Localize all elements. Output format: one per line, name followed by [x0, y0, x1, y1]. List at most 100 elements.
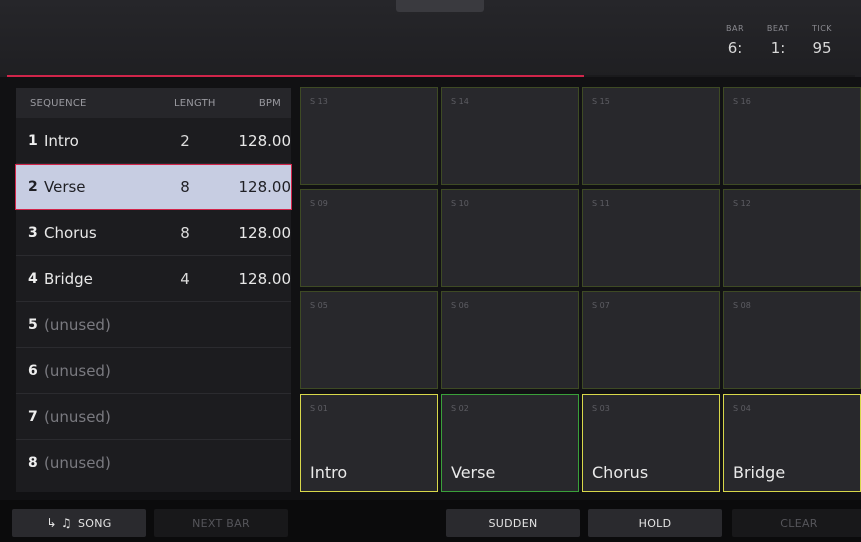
- hold-button[interactable]: HOLD: [588, 509, 722, 537]
- sequence-bpm: 128.00: [238, 178, 292, 196]
- column-length: LENGTH: [174, 97, 216, 109]
- sequence-bpm: 128.00: [238, 131, 292, 150]
- pad-id: S 03: [592, 404, 610, 413]
- clear-label: CLEAR: [780, 516, 818, 530]
- sequence-list: SEQUENCE LENGTH BPM 1 Intro 2 128.00 2 V…: [15, 88, 292, 492]
- sequence-number: 4: [28, 270, 38, 287]
- sequence-row-7[interactable]: 7 (unused): [16, 394, 291, 440]
- sequence-screen: BAR 6: BEAT 1: TICK 95 SEQUENCE LENGTH B…: [0, 0, 861, 542]
- pad-id: S 12: [733, 199, 751, 208]
- beat-value: 1:: [770, 39, 786, 57]
- top-tab-handle[interactable]: [396, 0, 484, 12]
- sequence-length: 4: [180, 269, 190, 288]
- sudden-label: SUDDEN: [488, 516, 538, 530]
- pad-id: S 15: [592, 97, 610, 106]
- pad-s15[interactable]: S 15: [582, 87, 720, 185]
- pad-id: S 05: [310, 301, 328, 310]
- pad-id: S 09: [310, 199, 328, 208]
- clear-button[interactable]: CLEAR: [732, 509, 861, 537]
- sequence-bpm: 128.00: [238, 269, 292, 288]
- pad-s12[interactable]: S 12: [723, 189, 861, 287]
- sequence-length: 2: [180, 131, 190, 150]
- playback-progress-fill: [7, 75, 584, 77]
- sequence-number: 1: [28, 132, 38, 149]
- pad-id: S 11: [592, 199, 610, 208]
- sequence-length: 8: [180, 178, 190, 196]
- tick-label: TICK: [811, 24, 833, 33]
- next-bar-label: NEXT BAR: [192, 516, 250, 530]
- sequence-number: 2: [28, 179, 38, 195]
- pad-s01[interactable]: S 01 Intro: [300, 394, 438, 492]
- next-bar-button[interactable]: NEXT BAR: [154, 509, 288, 537]
- pad-s09[interactable]: S 09: [300, 189, 438, 287]
- pad-id: S 10: [451, 199, 469, 208]
- pad-s08[interactable]: S 08: [723, 291, 861, 389]
- song-mode-icon: ↳ ♫: [46, 516, 72, 530]
- sequence-row-3[interactable]: 3 Chorus 8 128.00: [16, 210, 291, 256]
- sequence-number: 8: [28, 455, 38, 471]
- pad-s07[interactable]: S 07: [582, 291, 720, 389]
- pad-s16[interactable]: S 16: [723, 87, 861, 185]
- pad-id: S 08: [733, 301, 751, 310]
- pad-label: Verse: [451, 463, 496, 482]
- pad-label: Intro: [310, 463, 348, 482]
- sequence-row-8[interactable]: 8 (unused): [16, 440, 291, 486]
- pad-s14[interactable]: S 14: [441, 87, 579, 185]
- pad-id: S 02: [451, 404, 469, 413]
- sudden-button[interactable]: SUDDEN: [446, 509, 580, 537]
- pad-id: S 06: [451, 301, 469, 310]
- bar-value: 6:: [727, 39, 743, 57]
- pad-s10[interactable]: S 10: [441, 189, 579, 287]
- sequence-row-1[interactable]: 1 Intro 2 128.00: [16, 118, 291, 164]
- column-sequence: SEQUENCE: [30, 97, 87, 109]
- pad-s05[interactable]: S 05: [300, 291, 438, 389]
- sequence-list-header: SEQUENCE LENGTH BPM: [16, 88, 291, 118]
- sequence-name: (unused): [44, 454, 111, 472]
- beat-label: BEAT: [766, 24, 790, 33]
- sequence-row-4[interactable]: 4 Bridge 4 128.00: [16, 256, 291, 302]
- sequence-name: (unused): [44, 315, 111, 334]
- song-button[interactable]: ↳ ♫ SONG: [12, 509, 146, 537]
- sequence-number: 5: [28, 316, 38, 333]
- column-bpm: BPM: [258, 97, 281, 109]
- header: BAR 6: BEAT 1: TICK 95: [0, 0, 861, 77]
- sequence-row-6[interactable]: 6 (unused): [16, 348, 291, 394]
- pad-id: S 01: [310, 404, 328, 413]
- sequence-length: 8: [180, 223, 190, 242]
- bottom-toolbar: ↳ ♫ SONG NEXT BAR SUDDEN HOLD CLEAR: [0, 500, 861, 542]
- pad-s03[interactable]: S 03 Chorus: [582, 394, 720, 492]
- sequence-name: Verse: [44, 178, 86, 196]
- pad-label: Chorus: [592, 463, 649, 482]
- beat-counter: BEAT 1:: [760, 24, 796, 57]
- pad-id: S 14: [451, 97, 469, 106]
- tick-counter: TICK 95: [806, 24, 838, 57]
- pad-s13[interactable]: S 13: [300, 87, 438, 185]
- sequence-number: 6: [28, 362, 38, 379]
- pad-id: S 04: [733, 404, 751, 413]
- song-button-label: SONG: [77, 516, 112, 530]
- sequence-name: Intro: [44, 131, 79, 150]
- pad-label: Bridge: [733, 463, 786, 482]
- pad-s02[interactable]: S 02 Verse: [441, 394, 579, 492]
- pad-s04[interactable]: S 04 Bridge: [723, 394, 861, 492]
- sequence-number: 7: [28, 408, 38, 425]
- sequence-name: (unused): [44, 361, 111, 380]
- playback-progress-track: [7, 75, 855, 77]
- pad-id: S 13: [310, 97, 328, 106]
- pad-s06[interactable]: S 06: [441, 291, 579, 389]
- bar-label: BAR: [725, 24, 745, 33]
- sequence-number: 3: [28, 224, 38, 241]
- sequence-row-5[interactable]: 5 (unused): [16, 302, 291, 348]
- pad-s11[interactable]: S 11: [582, 189, 720, 287]
- sequence-name: Bridge: [44, 269, 93, 288]
- sequence-name: Chorus: [44, 223, 97, 242]
- sequence-row-2[interactable]: 2 Verse 8 128.00: [15, 164, 292, 210]
- hold-label: HOLD: [638, 516, 672, 530]
- bar-counter: BAR 6:: [720, 24, 750, 57]
- pad-grid: S 13 S 14 S 15 S 16 S 09 S 10 S 11 S 12 …: [300, 87, 861, 494]
- sequence-name: (unused): [44, 407, 111, 426]
- pad-id: S 16: [733, 97, 751, 106]
- sequence-bpm: 128.00: [238, 223, 292, 242]
- pad-id: S 07: [592, 301, 610, 310]
- tick-value: 95: [812, 39, 832, 57]
